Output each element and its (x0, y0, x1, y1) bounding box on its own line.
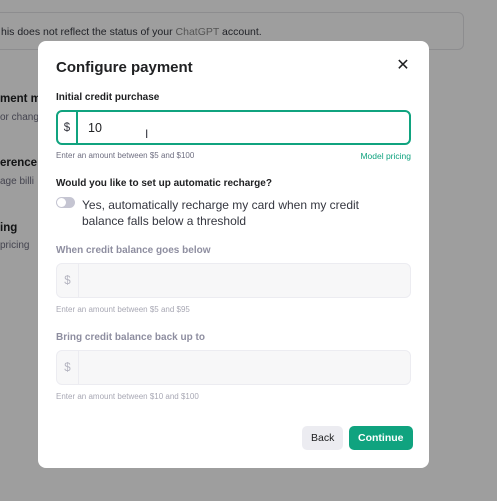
target-balance-label: Bring credit balance back up to (56, 332, 205, 343)
currency-prefix: $ (58, 112, 78, 143)
currency-prefix: $ (57, 264, 79, 297)
configure-payment-dialog: Configure payment ✕ Initial credit purch… (38, 41, 429, 468)
initial-credit-field[interactable]: $ (56, 110, 411, 145)
threshold-label: When credit balance goes below (56, 245, 211, 256)
continue-button[interactable]: Continue (349, 426, 413, 450)
initial-credit-input[interactable] (78, 112, 409, 143)
initial-credit-label: Initial credit purchase (56, 92, 160, 103)
threshold-input[interactable] (79, 264, 410, 297)
threshold-field[interactable]: $ (56, 263, 411, 298)
auto-recharge-question: Would you like to set up automatic recha… (56, 178, 272, 189)
currency-prefix: $ (57, 351, 79, 384)
target-balance-input[interactable] (79, 351, 410, 384)
target-balance-hint: Enter an amount between $10 and $100 (56, 392, 199, 401)
initial-credit-hint: Enter an amount between $5 and $100 (56, 151, 195, 160)
toggle-knob (57, 198, 66, 207)
target-balance-field[interactable]: $ (56, 350, 411, 385)
text-cursor-icon: I (145, 127, 149, 141)
close-icon: ✕ (396, 57, 410, 74)
auto-recharge-toggle[interactable] (56, 197, 75, 208)
threshold-hint: Enter an amount between $5 and $95 (56, 305, 190, 314)
back-button[interactable]: Back (302, 426, 344, 450)
model-pricing-link[interactable]: Model pricing (360, 151, 411, 161)
close-button[interactable]: ✕ (395, 58, 411, 74)
dialog-title: Configure payment (56, 59, 193, 76)
auto-recharge-label[interactable]: Yes, automatically recharge my card when… (82, 197, 402, 229)
